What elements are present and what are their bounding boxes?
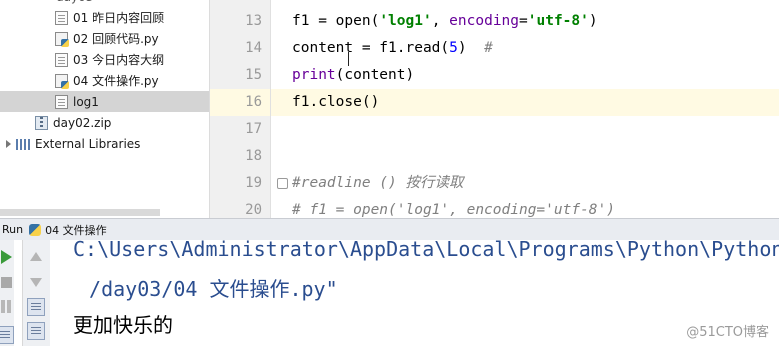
code-line-14: content = f1.read(5) # <box>292 40 493 56</box>
text-file-icon <box>55 94 68 109</box>
fold-marker-icon[interactable] <box>277 178 288 189</box>
project-tree: day03 01 昨日内容回顾 02 回顾代码.py 03 今日内容大纲 04 … <box>0 0 210 218</box>
line-number: 16 <box>245 94 262 110</box>
stop-icon[interactable] <box>1 277 12 288</box>
tree-item-label: 04 文件操作.py <box>73 74 159 88</box>
library-icon <box>16 137 30 151</box>
tree-item-label: log1 <box>73 94 99 109</box>
line-number: 18 <box>245 148 262 164</box>
scroll-to-end-icon[interactable] <box>27 322 45 340</box>
run-config-name[interactable]: 04 文件操作 <box>45 222 107 238</box>
python-run-config-icon <box>29 223 42 236</box>
text-file-icon <box>55 52 68 67</box>
tree-item-external-libraries[interactable]: External Libraries <box>0 133 209 154</box>
run-toolbar-primary <box>0 240 14 346</box>
code-editor[interactable]: 13 14 15 16 17 18 19 20 f1 = open('log1'… <box>210 0 779 218</box>
run-tab-label[interactable]: Run <box>2 223 23 236</box>
rerun-play-icon[interactable] <box>1 250 12 264</box>
tree-item-01[interactable]: 01 昨日内容回顾 <box>0 7 209 28</box>
run-tool-window-header: Run 04 文件操作 <box>0 218 779 240</box>
expand-arrow-icon[interactable] <box>6 139 11 148</box>
tree-horizontal-scrollbar[interactable] <box>0 209 160 216</box>
text-file-icon <box>55 10 68 25</box>
line-number: 14 <box>245 40 262 56</box>
line-number: 13 <box>245 13 262 29</box>
console-line: 更加快乐的 <box>73 313 173 337</box>
code-line-15: print(content) <box>292 67 415 83</box>
run-toolbar-secondary <box>22 240 50 346</box>
console-line: C:\Users\Administrator\AppData\Local\Pro… <box>73 240 779 261</box>
tree-item-day02-zip[interactable]: day02.zip <box>0 112 209 133</box>
scroll-down-arrow-icon[interactable] <box>30 278 42 287</box>
tree-item-label: day03 <box>56 0 93 4</box>
tree-item-label: 03 今日内容大纲 <box>73 53 165 67</box>
tree-item-folder-day03[interactable]: day03 <box>0 0 209 7</box>
line-number: 19 <box>245 175 262 191</box>
tree-item-label: 02 回顾代码.py <box>73 32 159 46</box>
python-file-icon <box>55 31 69 47</box>
layout-icon[interactable] <box>0 326 14 344</box>
line-number: 17 <box>245 121 262 137</box>
soft-wrap-icon[interactable] <box>27 298 45 316</box>
tree-item-label: 01 昨日内容回顾 <box>73 11 165 25</box>
line-number: 15 <box>245 67 262 83</box>
run-console-output[interactable]: C:\Users\Administrator\AppData\Local\Pro… <box>73 240 779 346</box>
tree-item-label: day02.zip <box>53 115 112 130</box>
code-line-13: f1 = open('log1', encoding='utf-8') <box>292 13 598 29</box>
text-cursor-icon <box>348 52 349 66</box>
code-line-20: # f1 = open('log1', encoding='utf-8') <box>292 202 616 218</box>
zip-file-icon <box>35 115 48 130</box>
tree-item-04[interactable]: 04 文件操作.py <box>0 70 209 91</box>
line-number: 20 <box>245 202 262 218</box>
code-line-16: f1.close() <box>292 94 380 110</box>
tree-item-label: External Libraries <box>35 136 141 151</box>
scroll-up-arrow-icon[interactable] <box>30 252 42 261</box>
watermark: @51CTO博客 <box>686 325 769 340</box>
python-file-icon <box>55 73 69 89</box>
pause-icon[interactable] <box>0 300 14 314</box>
console-line: /day03/04 文件操作.py" <box>77 277 338 301</box>
code-line-19: #readline () 按行读取 <box>292 175 464 191</box>
tree-item-log1[interactable]: log1 <box>0 91 209 112</box>
tree-item-02[interactable]: 02 回顾代码.py <box>0 28 209 49</box>
tree-item-03[interactable]: 03 今日内容大纲 <box>0 49 209 70</box>
